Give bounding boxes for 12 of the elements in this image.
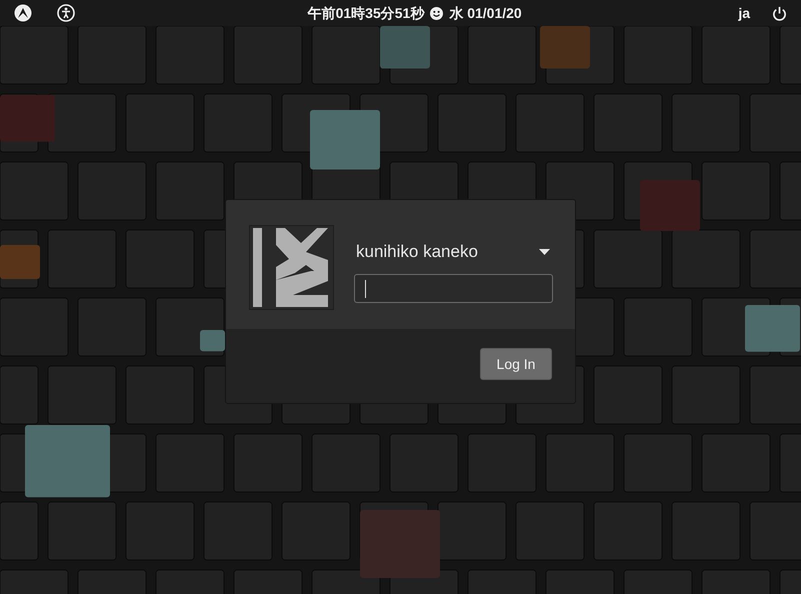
- smiley-icon: [430, 6, 444, 20]
- logo-icon[interactable]: [14, 4, 32, 22]
- text-cursor: [365, 280, 366, 298]
- user-name: kunihiko kaneko: [356, 241, 479, 264]
- language-indicator[interactable]: ja: [738, 2, 750, 24]
- accessibility-icon[interactable]: [57, 4, 75, 22]
- password-field[interactable]: [354, 274, 553, 303]
- power-icon[interactable]: [772, 6, 787, 20]
- login-button[interactable]: Log In: [480, 348, 552, 380]
- dropdown-caret-icon[interactable]: [539, 249, 550, 255]
- clock-time[interactable]: 午前01時35分51秒: [308, 2, 424, 24]
- clock-date[interactable]: 水 01/01/20: [449, 2, 522, 24]
